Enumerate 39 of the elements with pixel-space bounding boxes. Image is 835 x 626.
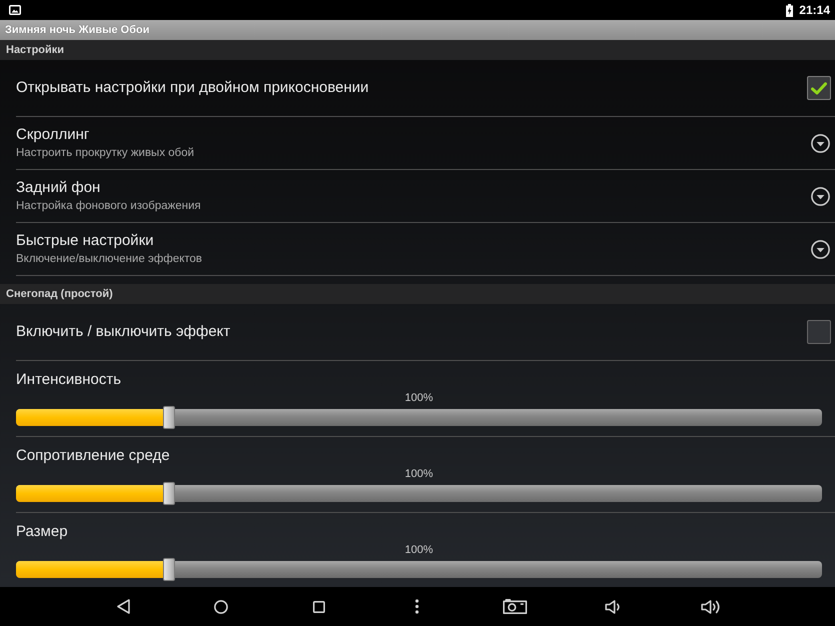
image-icon <box>9 5 21 15</box>
setting-summary: Настроить прокрутку живых обой <box>16 146 194 160</box>
down-arrow-circle-icon[interactable] <box>811 186 830 206</box>
screenshot-icon[interactable] <box>503 599 527 614</box>
slider-value: 100% <box>404 391 434 405</box>
setting-title: Сопротивление среде <box>16 447 170 465</box>
slider-thumb[interactable] <box>163 558 176 581</box>
volume-down-icon[interactable] <box>604 600 622 614</box>
slider-value: 100% <box>404 543 434 557</box>
slider-value: 100% <box>404 467 434 481</box>
setting-title: Быстрые настройки <box>16 232 154 250</box>
window-title: Зимняя ночь Живые Обои <box>5 23 150 37</box>
section-title: Снегопад (простой) <box>6 287 113 301</box>
slider-thumb[interactable] <box>163 406 176 429</box>
check-icon <box>811 82 827 94</box>
slider-track[interactable] <box>16 406 822 429</box>
setting-title: Включить / выключить эффект <box>16 323 230 341</box>
volume-up-icon[interactable] <box>700 598 722 614</box>
menu-icon[interactable] <box>415 599 419 614</box>
slider-thumb[interactable] <box>163 482 176 505</box>
status-time: 21:14 <box>799 3 830 17</box>
home-icon[interactable] <box>214 600 228 614</box>
setting-title: Открывать настройки при двойном прикосновении <box>16 79 369 97</box>
setting-title: Скроллинг <box>16 126 90 144</box>
down-arrow-circle-icon[interactable] <box>811 240 830 258</box>
back-icon[interactable] <box>116 599 130 614</box>
setting-summary: Настройка фонового изображения <box>16 199 201 213</box>
setting-summary: Включение/выключение эффектов <box>16 252 202 266</box>
setting-title: Интенсивность <box>16 371 122 389</box>
down-arrow-circle-icon[interactable] <box>811 134 830 152</box>
slider-track[interactable] <box>16 558 822 581</box>
setting-title: Размер <box>16 523 68 541</box>
checkbox[interactable] <box>807 76 831 100</box>
setting-title: Задний фон <box>16 179 100 197</box>
slider-track[interactable] <box>16 482 822 505</box>
checkbox[interactable] <box>807 320 831 344</box>
section-title: Настройки <box>6 43 64 57</box>
battery-charging-icon <box>786 4 794 16</box>
recent-apps-icon[interactable] <box>313 600 325 612</box>
